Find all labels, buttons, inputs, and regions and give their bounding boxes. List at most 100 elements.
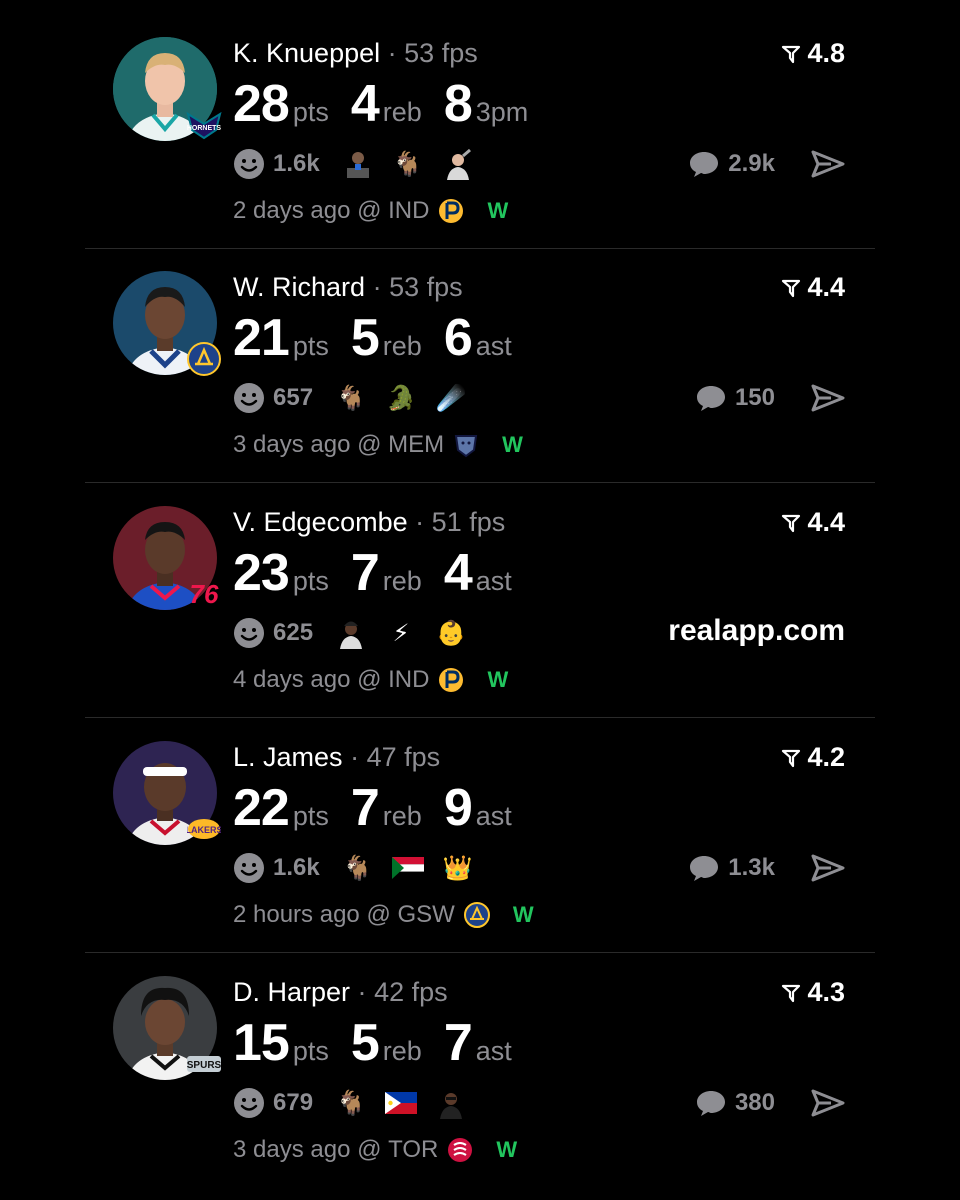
comment-count[interactable]: 150 <box>735 384 775 412</box>
stat-pts: 15 pts <box>233 1013 329 1073</box>
stat-value: 21 <box>233 309 290 367</box>
goat-icon[interactable]: 🐐 <box>335 382 367 414</box>
stat-unit: reb <box>382 331 422 361</box>
feed-card[interactable]: W. Richard · 53 fps 4.4 21 pts 5 reb 6 ast … <box>85 234 875 483</box>
player-sticker-icon[interactable] <box>442 148 474 180</box>
stat-value: 5 <box>350 309 380 367</box>
player-name[interactable]: D. Harper <box>233 977 350 1007</box>
game-result: W <box>496 1137 518 1162</box>
stat-pts: 23 pts <box>233 543 329 603</box>
feed-card[interactable]: HORNETS K. Knueppel · 53 fps 4.8 28 pts 4… <box>85 0 875 249</box>
stat-value: 22 <box>233 779 290 837</box>
stat-unit: ast <box>475 331 512 361</box>
comment-bubble-icon[interactable] <box>695 384 727 412</box>
send-icon[interactable] <box>811 383 845 413</box>
stat-line: 21 pts 5 reb 6 ast <box>233 308 534 368</box>
player-header: K. Knueppel · 53 fps <box>233 38 478 69</box>
baby-icon[interactable]: 👶 <box>435 617 467 649</box>
reactions-row: 679 🐐 <box>233 1083 485 1123</box>
stat-value: 5 <box>350 1014 380 1072</box>
rating-arrow-icon <box>782 749 801 767</box>
stat-value: 7 <box>350 544 380 602</box>
opponent: IND <box>388 197 430 224</box>
goat-icon[interactable]: 🐐 <box>342 852 374 884</box>
svg-text:HORNETS: HORNETS <box>187 125 222 132</box>
reaction-count[interactable]: 1.6k <box>273 854 320 882</box>
warriors-logo <box>463 901 491 929</box>
rating-value: 4.4 <box>807 272 845 302</box>
goat-icon[interactable]: 🐐 <box>392 148 424 180</box>
actions: 1.3k <box>688 850 845 886</box>
philippines-flag-icon[interactable] <box>385 1087 418 1119</box>
reaction-count[interactable]: 625 <box>273 619 313 647</box>
player-name[interactable]: L. James <box>233 742 343 772</box>
sudan-flag-icon[interactable] <box>391 852 424 884</box>
lakers-logo: LAKERS <box>185 810 223 848</box>
reactions-row: 657 🐐 🐊 ☄️ <box>233 378 485 418</box>
send-icon[interactable] <box>811 853 845 883</box>
stat-unit: ast <box>475 566 512 596</box>
stat-pts: 21 pts <box>233 308 329 368</box>
comment-count[interactable]: 1.3k <box>728 854 775 882</box>
comment-bubble-icon[interactable] <box>688 150 720 178</box>
stat-reb: 4 reb <box>351 74 422 134</box>
time-ago: 3 days ago <box>233 431 351 458</box>
player-name[interactable]: W. Richard <box>233 272 365 302</box>
stat-reb: 5 reb <box>351 1013 422 1073</box>
grizzlies-logo <box>452 431 480 459</box>
opponent: GSW <box>397 901 455 928</box>
goat-icon[interactable]: 🐐 <box>335 1087 367 1119</box>
comet-icon[interactable]: ☄️ <box>435 382 467 414</box>
player-sticker-icon[interactable] <box>435 1087 467 1119</box>
stat-line: 23 pts 7 reb 4 ast <box>233 543 534 603</box>
feed-card[interactable]: 76 V. Edgecombe · 51 fps 4.4 23 pts 7 reb … <box>85 469 875 718</box>
send-icon[interactable] <box>811 1088 845 1118</box>
reactions-row: 1.6k 🐐 <box>233 144 492 184</box>
smiley-icon[interactable] <box>233 617 265 649</box>
spurs-logo: SPURS <box>185 1045 223 1083</box>
promo-link[interactable]: realapp.com <box>668 614 845 648</box>
player-name[interactable]: V. Edgecombe <box>233 507 408 537</box>
player-sticker-icon[interactable] <box>335 617 367 649</box>
smiley-icon[interactable] <box>233 1087 265 1119</box>
rating-arrow-icon <box>782 514 801 532</box>
stat-line: 22 pts 7 reb 9 ast <box>233 778 534 838</box>
fantasy-points: 51 fps <box>431 507 506 537</box>
reaction-count[interactable]: 1.6k <box>273 150 320 178</box>
reaction-count[interactable]: 657 <box>273 384 313 412</box>
pacers-logo <box>437 197 465 225</box>
crocodile-icon[interactable]: 🐊 <box>385 382 417 414</box>
comment-bubble-icon[interactable] <box>695 1089 727 1117</box>
game-meta: 2 hours ago @ GSW W <box>233 901 534 929</box>
rating[interactable]: 4.2 <box>781 742 845 773</box>
player-name[interactable]: K. Knueppel <box>233 38 380 68</box>
actions: 2.9k <box>688 146 845 182</box>
comment-count[interactable]: 380 <box>735 1089 775 1117</box>
rating[interactable]: 4.4 <box>781 272 845 303</box>
stat-pts: 28 pts <box>233 74 329 134</box>
feed-card[interactable]: SPURS D. Harper · 42 fps 4.3 15 pts 5 reb … <box>85 939 875 1173</box>
rating[interactable]: 4.4 <box>781 507 845 538</box>
time-ago: 2 days ago <box>233 197 351 224</box>
svg-text:LAKERS: LAKERS <box>187 825 221 835</box>
lightning-icon[interactable]: ⚡ <box>385 617 417 649</box>
reaction-count[interactable]: 679 <box>273 1089 313 1117</box>
smiley-icon[interactable] <box>233 148 265 180</box>
stat-reb: 7 reb <box>351 543 422 603</box>
rating[interactable]: 4.8 <box>781 38 845 69</box>
comment-bubble-icon[interactable] <box>688 854 720 882</box>
rating-arrow-icon <box>782 279 801 297</box>
stat-unit: pts <box>292 801 329 831</box>
crown-icon[interactable]: 👑 <box>442 852 474 884</box>
smiley-icon[interactable] <box>233 852 265 884</box>
rating[interactable]: 4.3 <box>781 977 845 1008</box>
feed-card[interactable]: LAKERS L. James · 47 fps 4.2 22 pts 7 reb … <box>85 704 875 953</box>
player-sticker-icon[interactable] <box>342 148 374 180</box>
send-icon[interactable] <box>811 149 845 179</box>
opponent: TOR <box>388 1136 439 1163</box>
comment-count[interactable]: 2.9k <box>728 150 775 178</box>
separator: · <box>415 507 425 537</box>
smiley-icon[interactable] <box>233 382 265 414</box>
at-symbol: @ <box>357 1136 382 1163</box>
game-meta: 3 days ago @ TOR W <box>233 1136 517 1164</box>
